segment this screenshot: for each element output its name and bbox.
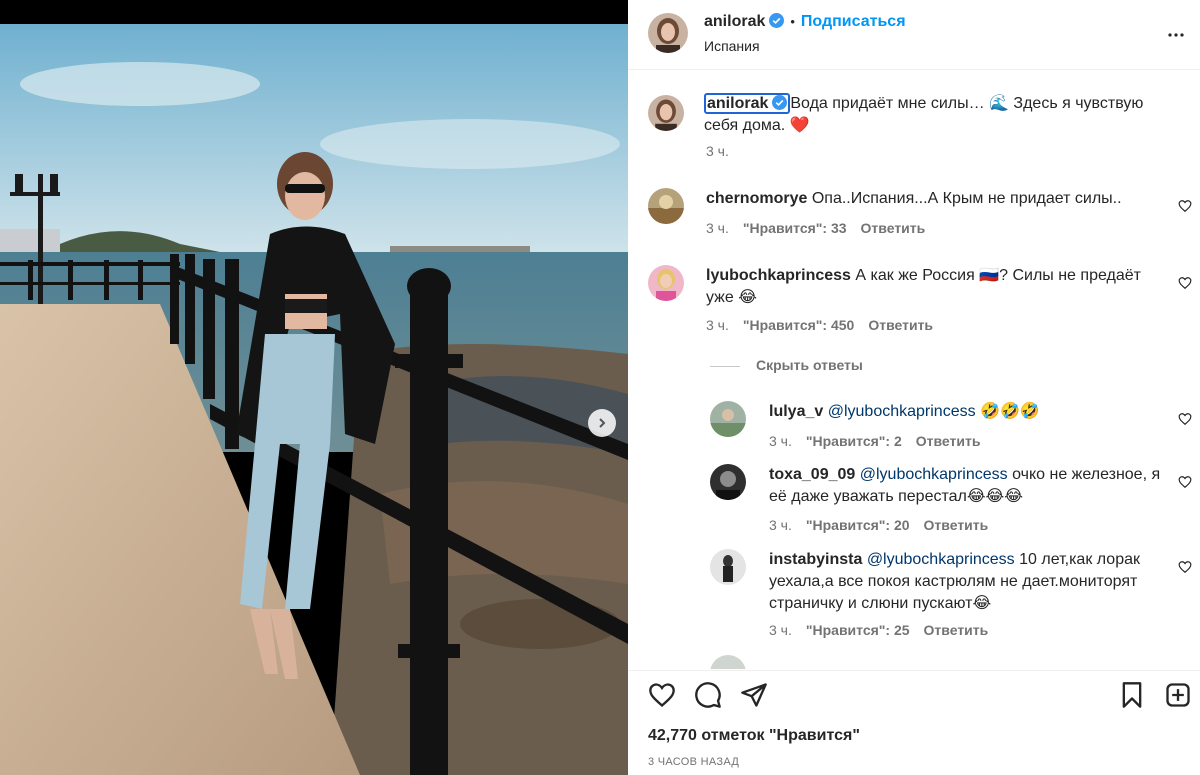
mention-link[interactable]: @lyubochkaprincess bbox=[867, 551, 1015, 568]
comment-text: chernomorye Опа..Испания...А Крым не при… bbox=[706, 188, 1146, 210]
commenter-avatar[interactable] bbox=[710, 401, 746, 437]
commenter-avatar[interactable] bbox=[710, 549, 746, 585]
commenter-avatar[interactable] bbox=[710, 464, 746, 500]
next-photo-button[interactable] bbox=[588, 409, 616, 437]
author-username[interactable]: anilorak bbox=[704, 13, 765, 30]
heart-icon[interactable] bbox=[1178, 276, 1192, 290]
comment-text: lyubochkaprincess А как же Россия 🇷🇺? Си… bbox=[706, 265, 1166, 309]
reply-body: 🤣🤣🤣 bbox=[975, 403, 1040, 420]
reply-likes[interactable]: "Нравится": 20 bbox=[806, 517, 910, 533]
verified-icon bbox=[772, 95, 788, 110]
reply-username[interactable]: lulya_v bbox=[769, 403, 823, 420]
share-icon[interactable] bbox=[740, 681, 768, 709]
new-post-icon[interactable] bbox=[1164, 681, 1192, 709]
reply-button[interactable]: Ответить bbox=[924, 517, 989, 533]
follow-button[interactable]: Подписаться bbox=[801, 13, 906, 30]
comment-likes[interactable]: "Нравится": 450 bbox=[743, 317, 854, 333]
divider bbox=[710, 365, 740, 367]
comment-time[interactable]: 3 ч. bbox=[706, 317, 729, 333]
reply-text: toxa_09_09 @lyubochkaprincess очко не же… bbox=[769, 464, 1169, 508]
reply-likes[interactable]: "Нравится": 25 bbox=[806, 622, 910, 638]
reply-button[interactable]: Ответить bbox=[868, 317, 933, 333]
post-actions: 42,770 отметок "Нравится" 3 ЧАСОВ НАЗАД bbox=[628, 670, 1200, 775]
post-time[interactable]: 3 ЧАСОВ НАЗАД bbox=[648, 756, 739, 768]
caption-username[interactable]: anilorak bbox=[704, 93, 791, 114]
likes-count[interactable]: 42,770 отметок "Нравится" bbox=[648, 727, 860, 745]
heart-icon[interactable] bbox=[1178, 475, 1192, 489]
mention-link[interactable]: @lyubochkaprincess bbox=[828, 403, 976, 420]
caption-text-block: anilorak Вода придаёт мне силы… 🌊 Здесь я… bbox=[704, 93, 1174, 137]
reply-button[interactable]: Ответить bbox=[924, 622, 989, 638]
reply-username[interactable]: instabyinsta bbox=[769, 551, 862, 568]
author-avatar[interactable] bbox=[648, 13, 688, 53]
comments-list[interactable]: anilorak Вода придаёт мне силы… 🌊 Здесь я… bbox=[628, 71, 1200, 669]
heart-icon[interactable] bbox=[648, 681, 676, 709]
author-avatar[interactable] bbox=[648, 95, 684, 131]
verified-icon bbox=[769, 13, 785, 28]
reply-likes[interactable]: "Нравится": 2 bbox=[806, 433, 902, 449]
reply-meta: 3 ч. "Нравится": 25 Ответить bbox=[769, 622, 1002, 638]
comment-icon[interactable] bbox=[694, 681, 722, 709]
reply-time[interactable]: 3 ч. bbox=[769, 517, 792, 533]
post-panel: anilorak • Подписаться Испания anilorak Вод… bbox=[628, 0, 1200, 775]
mention-link[interactable]: @lyubochkaprincess bbox=[860, 466, 1008, 483]
commenter-avatar[interactable] bbox=[710, 655, 746, 669]
beach-scene-image bbox=[0, 24, 628, 775]
post-header: anilorak • Подписаться Испания bbox=[628, 0, 1200, 70]
commenter-avatar[interactable] bbox=[648, 188, 684, 224]
reply-text: lulya_v @lyubochkaprincess 🤣🤣🤣 bbox=[769, 401, 1169, 423]
comment-time[interactable]: 3 ч. bbox=[706, 220, 729, 236]
reply-time[interactable]: 3 ч. bbox=[769, 622, 792, 638]
reply-meta: 3 ч. "Нравится": 2 Ответить bbox=[769, 433, 994, 449]
comment-meta: 3 ч. "Нравится": 450 Ответить bbox=[706, 317, 947, 333]
caption-meta: 3 ч. bbox=[706, 143, 743, 159]
reply-text: instabyinsta @lyubochkaprincess 10 лет,к… bbox=[769, 549, 1169, 615]
reply-meta: 3 ч. "Нравится": 20 Ответить bbox=[769, 517, 1002, 533]
comment-username[interactable]: lyubochkaprincess bbox=[706, 267, 851, 284]
separator-dot: • bbox=[790, 14, 795, 29]
hide-replies-button[interactable]: Скрыть ответы bbox=[710, 357, 863, 373]
heart-icon[interactable] bbox=[1178, 199, 1192, 213]
reply-username[interactable]: toxa_09_09 bbox=[769, 466, 855, 483]
post-location[interactable]: Испания bbox=[704, 38, 760, 54]
more-icon[interactable] bbox=[1164, 23, 1188, 47]
reply-button[interactable]: Ответить bbox=[916, 433, 981, 449]
reply-button[interactable]: Ответить bbox=[861, 220, 926, 236]
author-row: anilorak • Подписаться bbox=[704, 13, 906, 31]
comment-username[interactable]: chernomorye bbox=[706, 190, 807, 207]
comment-body: Опа..Испания...А Крым не придает силы.. bbox=[811, 190, 1122, 207]
comment-meta: 3 ч. "Нравится": 33 Ответить bbox=[706, 220, 939, 236]
heart-icon[interactable] bbox=[1178, 560, 1192, 574]
heart-icon[interactable] bbox=[1178, 412, 1192, 426]
chevron-right-icon bbox=[599, 418, 606, 428]
reply-time[interactable]: 3 ч. bbox=[769, 433, 792, 449]
comment-likes[interactable]: "Нравится": 33 bbox=[743, 220, 847, 236]
commenter-avatar[interactable] bbox=[648, 265, 684, 301]
caption-time[interactable]: 3 ч. bbox=[706, 143, 729, 159]
bookmark-icon[interactable] bbox=[1118, 681, 1146, 709]
post-photo[interactable] bbox=[0, 0, 628, 775]
